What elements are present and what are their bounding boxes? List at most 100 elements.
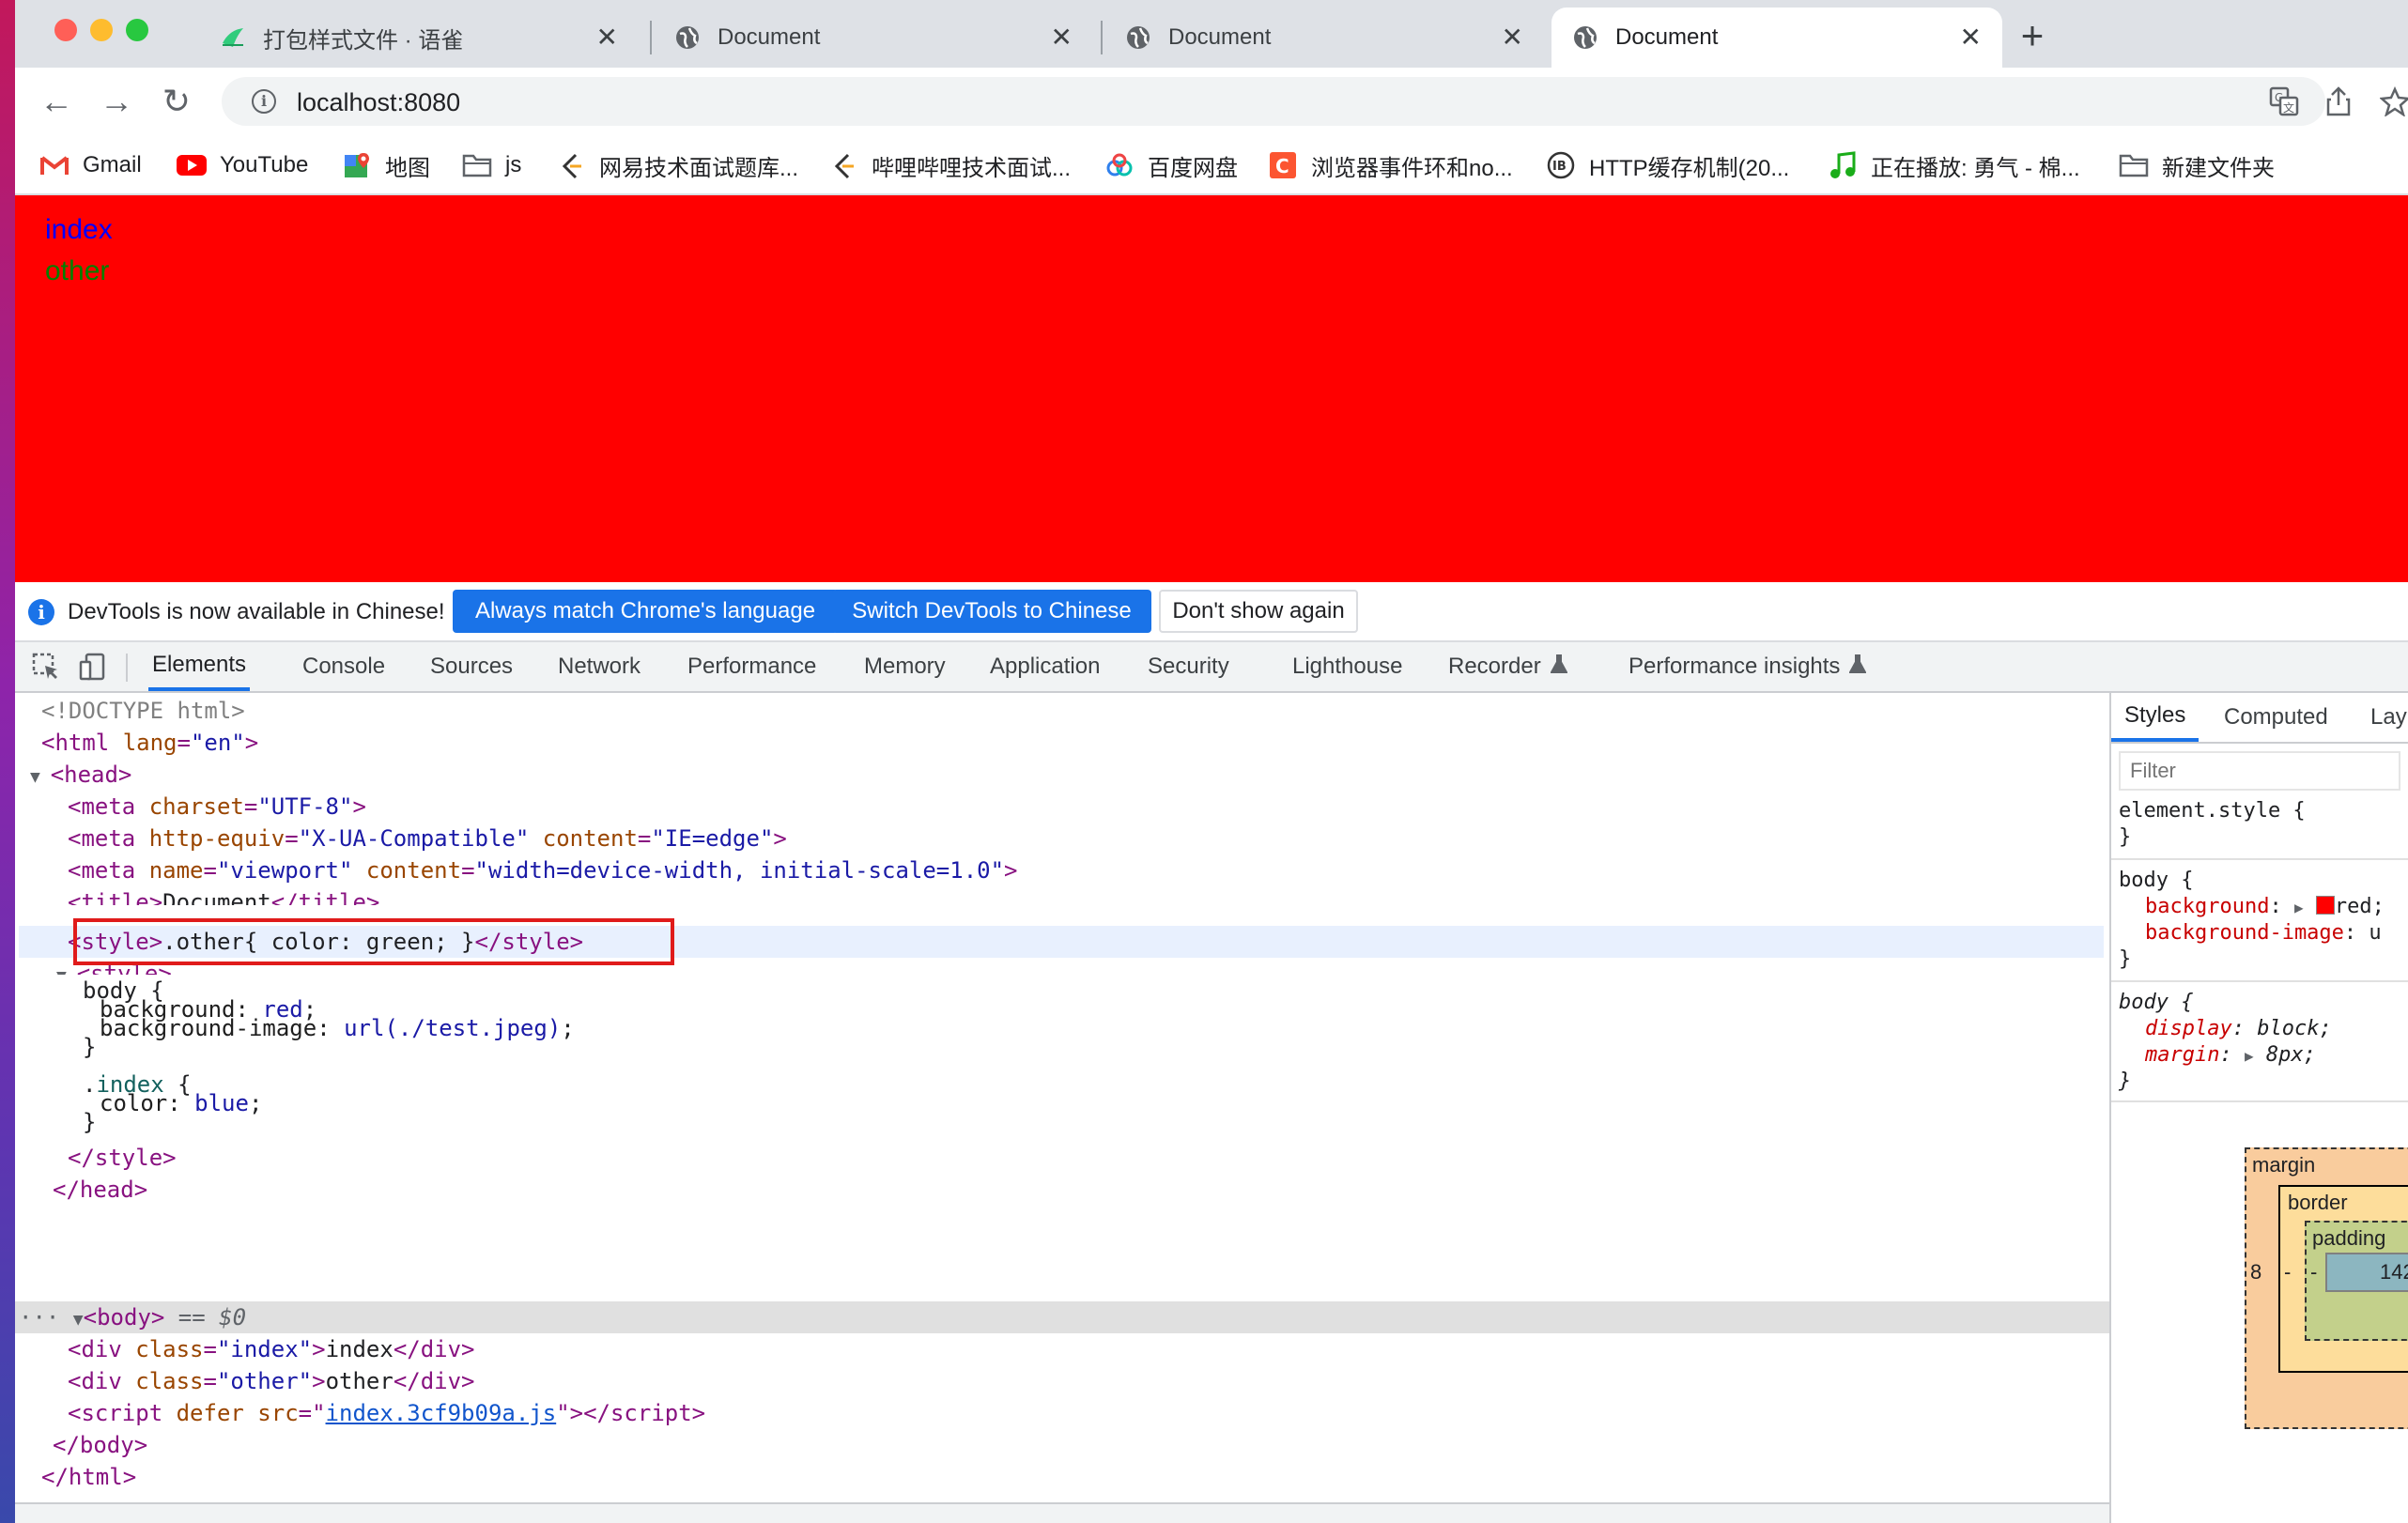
script-src-link[interactable]: index.3cf9b09a.js [326,1400,557,1426]
content-size-label: 142 [2380,1260,2408,1284]
back-button[interactable]: ← [34,79,79,124]
close-icon[interactable]: ✕ [596,24,618,51]
always-match-language-button[interactable]: Always match Chrome's language [453,590,838,633]
page-viewport: index other [15,195,2408,582]
tab-computed[interactable]: Computed [2224,693,2328,742]
reload-button[interactable]: ↻ [154,79,199,124]
css-property-row[interactable]: background-image: u [2145,920,2382,946]
tab-lighthouse[interactable]: Lighthouse [1292,642,1402,691]
forward-button[interactable]: → [94,79,139,124]
close-icon[interactable]: ✕ [1960,24,1982,51]
bookmark-folder-js[interactable]: js [462,148,521,182]
close-icon[interactable]: ✕ [1502,24,1523,51]
tab-recorder[interactable]: Recorder [1448,642,1568,691]
experiment-flask-icon [1848,654,1868,681]
bookmark-csdn[interactable]: C 浏览器事件环和no... [1268,148,1513,182]
elements-dom-tree[interactable]: <!DOCTYPE html> <html lang="en"> ▼ <head… [15,693,2111,1523]
bookmark-maps[interactable]: 地图 [342,148,430,182]
border-label: border [2288,1191,2348,1214]
tab-title: 打包样式文件 · 语雀 [263,27,464,54]
tab-network[interactable]: Network [558,642,641,691]
dom-meta-charset[interactable]: <meta charset="UTF-8"> [15,791,2109,823]
color-swatch[interactable] [2315,896,2335,915]
bookmark-label: 哔哩哔哩技术面试... [872,155,1072,181]
browser-toolbar: ← → ↻ i localhost:8080 G文 [15,68,2408,135]
body-rule-selector[interactable]: body { [2119,868,2193,894]
bookmark-bilibili[interactable]: 哔哩哔哩技术面试... [828,148,1071,182]
bookmark-http-cache[interactable]: IB HTTP缓存机制(20... [1546,148,1789,182]
info-icon: i [28,599,54,625]
tab-title: Document [1168,24,1272,50]
bookmark-youtube[interactable]: YouTube [177,148,308,182]
tab-yuque[interactable]: 打包样式文件 · 语雀 ✕ [199,8,639,68]
youtube-icon [177,150,207,180]
globe-icon [1125,24,1151,51]
dom-html-close[interactable]: </html> [15,1461,2109,1493]
dom-doctype[interactable]: <!DOCTYPE html> [15,695,2109,727]
dom-script[interactable]: <script defer src="index.3cf9b09a.js"></… [15,1397,2109,1429]
styles-filter-input[interactable]: Filter [2119,751,2400,791]
dom-body-close[interactable]: </body> [15,1429,2109,1461]
dom-style-close[interactable]: </style> [15,1142,2109,1174]
tab-document-active[interactable]: Document ✕ [1551,8,2002,68]
tab-document-2[interactable]: Document ✕ [1104,8,1544,68]
dom-meta-viewport[interactable]: <meta name="viewport" content="width=dev… [15,854,2109,886]
bookmark-netease[interactable]: 网易技术面试题库... [556,148,798,182]
csdn-icon: C [1268,150,1298,180]
rule-close-brace: } [2119,825,2132,849]
css-property-row[interactable]: display: block; [2145,1016,2332,1042]
tab-console[interactable]: Console [302,642,385,691]
tab-application[interactable]: Application [990,642,1100,691]
tab-styles[interactable]: Styles [2111,693,2200,742]
tab-security[interactable]: Security [1148,642,1229,691]
site-info-icon[interactable]: i [252,89,276,114]
sidebar-tabs: Styles Computed Lay [2111,693,2408,744]
dom-head-open[interactable]: ▼ <head> [15,759,2109,791]
gmail-icon [39,150,69,180]
dom-html-open[interactable]: <html lang="en"> [15,727,2109,759]
device-toolbar-icon[interactable] [79,642,107,691]
dom-div-index[interactable]: <div class="index">index</div> [15,1333,2109,1365]
tab-title: Document [718,24,821,50]
share-icon[interactable] [2322,85,2355,118]
tab-performance[interactable]: Performance [687,642,816,691]
close-window-button[interactable] [54,19,77,41]
bookmark-baidu-pan[interactable]: 百度网盘 [1104,148,1238,182]
other-text: other [45,255,110,286]
css-property-row[interactable]: background: ▶ red; [2145,894,2385,920]
dom-meta-http-equiv[interactable]: <meta http-equiv="X-UA-Compatible" conte… [15,823,2109,854]
url-text[interactable]: localhost:8080 [297,88,460,117]
site-icon [828,150,858,180]
baidu-pan-icon [1104,150,1135,180]
minimize-window-button[interactable] [90,19,113,41]
switch-to-chinese-button[interactable]: Switch DevTools to Chinese [832,590,1151,633]
tab-document-1[interactable]: Document ✕ [654,8,1093,68]
bookmark-music[interactable]: 正在播放: 勇气 - 棉... [1828,148,2080,182]
bookmarks-bar: Gmail YouTube 地图 js 网易技术面试题库... 哔哩哔哩技术面试… [15,135,2408,195]
close-icon[interactable]: ✕ [1051,24,1073,51]
experiment-flask-icon [1550,654,1568,681]
user-agent-body-selector[interactable]: body { [2119,990,2193,1016]
bookmark-star-icon[interactable] [2378,85,2408,118]
css-property-row[interactable]: margin: ▶ 8px; [2145,1042,2316,1069]
bookmark-label: Gmail [83,152,142,177]
dom-head-close[interactable]: </head> [15,1174,2109,1206]
bookmark-folder-new[interactable]: 新建文件夹 [2119,148,2275,182]
translate-icon[interactable]: G文 [2267,85,2301,118]
tab-sources[interactable]: Sources [430,642,513,691]
bookmark-gmail[interactable]: Gmail [39,148,142,182]
inspect-element-icon[interactable] [32,642,60,691]
tab-layout[interactable]: Lay [2370,693,2407,742]
maximize-window-button[interactable] [126,19,148,41]
annotation-highlight-box [73,918,674,965]
address-bar[interactable]: i localhost:8080 [222,77,2325,126]
dom-body-open[interactable]: ··· ▼<body> == $0 [15,1301,2109,1333]
tab-performance-insights[interactable]: Performance insights [1628,642,1868,691]
element-style-rule[interactable]: element.style { [2119,798,2306,824]
dont-show-again-button[interactable]: Don't show again [1159,590,1358,633]
dom-title[interactable]: <title>Document</title> [15,886,2109,905]
tab-elements[interactable]: Elements [148,642,251,691]
tab-memory[interactable]: Memory [864,642,946,691]
dom-div-other[interactable]: <div class="other">other</div> [15,1365,2109,1397]
new-tab-button[interactable]: + [2008,11,2057,60]
